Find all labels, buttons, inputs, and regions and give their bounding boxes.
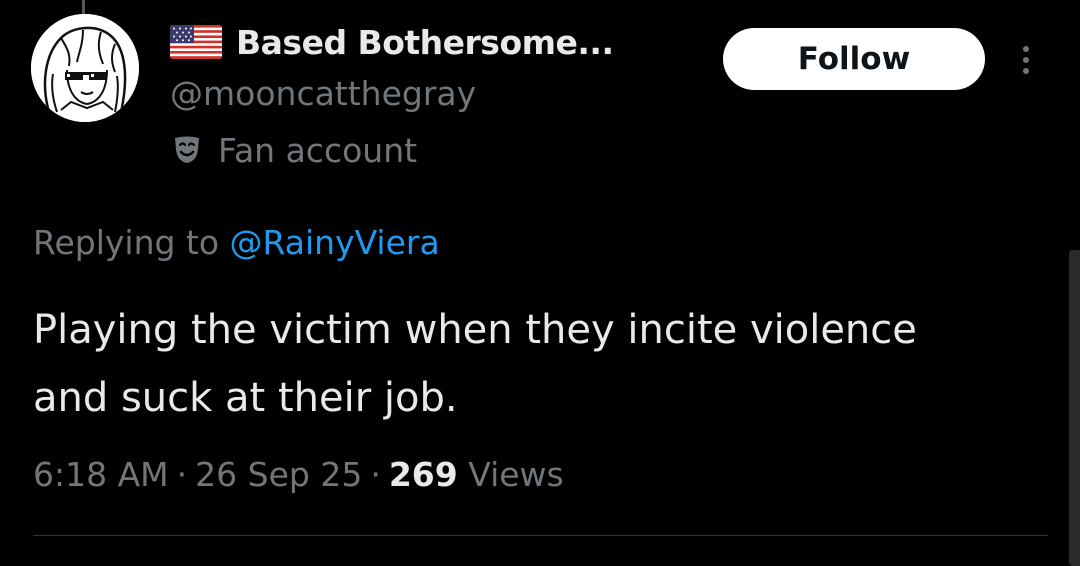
views-label[interactable]: Views bbox=[468, 455, 564, 494]
author-display-name[interactable]: Based Bothersome... bbox=[236, 23, 614, 62]
replying-to-line: Replying to @RainyViera bbox=[33, 220, 440, 266]
more-dot bbox=[1023, 68, 1029, 74]
account-label: Fan account bbox=[170, 128, 710, 172]
avatar[interactable] bbox=[31, 14, 139, 122]
author-name-row[interactable]: Based Bothersome... bbox=[170, 18, 710, 66]
theater-mask-icon bbox=[170, 135, 204, 165]
views-count[interactable]: 269 bbox=[389, 455, 458, 494]
tweet-text: Playing the victim when they incite viol… bbox=[33, 307, 917, 421]
meta-separator: · bbox=[370, 455, 381, 494]
account-label-text: Fan account bbox=[218, 130, 418, 170]
thread-connector-line bbox=[82, 0, 85, 14]
tweet-author-header: Based Bothersome... @mooncatthegray Fan … bbox=[170, 18, 710, 172]
avatar-icon bbox=[31, 14, 139, 122]
divider bbox=[33, 535, 1048, 536]
more-dot bbox=[1023, 46, 1029, 52]
more-dot bbox=[1023, 57, 1029, 63]
author-handle[interactable]: @mooncatthegray bbox=[170, 72, 710, 116]
reply-mention-link[interactable]: @RainyViera bbox=[230, 223, 440, 262]
tweet-time[interactable]: 6:18 AM bbox=[33, 455, 169, 494]
meta-separator: · bbox=[176, 455, 188, 494]
replying-to-prefix: Replying to bbox=[33, 223, 230, 262]
tweet-meta: 6:18 AM · 26 Sep 25 · 269 Views bbox=[33, 450, 564, 500]
follow-button[interactable]: Follow bbox=[723, 28, 985, 90]
us-flag-icon bbox=[170, 25, 222, 59]
scrollbar[interactable] bbox=[1069, 250, 1080, 566]
more-vertical-icon[interactable] bbox=[1008, 38, 1044, 82]
tweet-date[interactable]: 26 Sep 25 bbox=[195, 455, 362, 494]
